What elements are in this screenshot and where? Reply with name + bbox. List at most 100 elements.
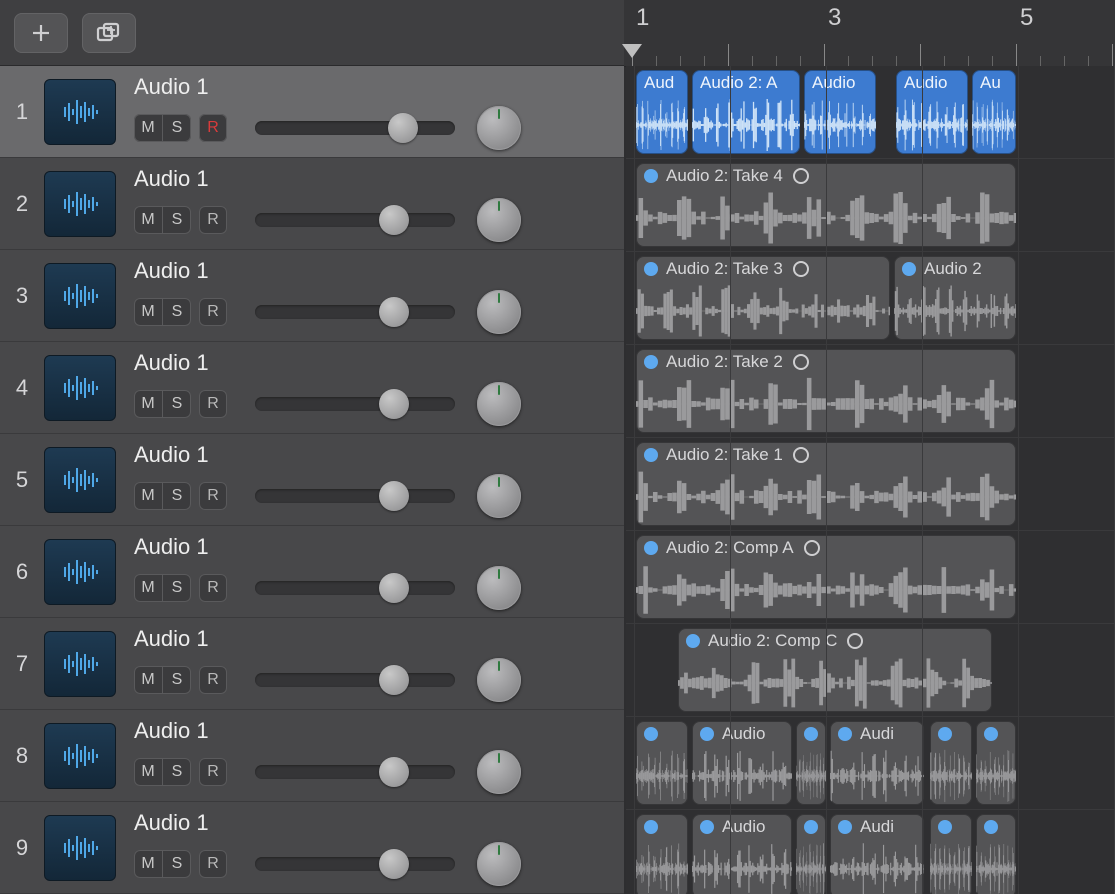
solo-button[interactable]: S [163, 574, 191, 602]
timeline-ruler[interactable]: 135 [624, 0, 1115, 67]
arrange-lane[interactable]: Audio 2: Take 1 [626, 438, 1115, 531]
track-header[interactable]: 8 Audio 1 M S R [0, 710, 624, 802]
audio-region[interactable]: Audio 2: Take 3 [636, 256, 890, 340]
comp-ring-icon [793, 168, 809, 184]
volume-slider[interactable] [255, 581, 455, 595]
audio-region[interactable]: Audio 2 [894, 256, 1016, 340]
mute-button[interactable]: M [134, 298, 163, 326]
record-enable-button[interactable]: R [199, 390, 227, 418]
track-name[interactable]: Audio 1 [134, 166, 624, 192]
solo-button[interactable]: S [163, 666, 191, 694]
pan-knob[interactable] [477, 106, 521, 150]
pan-knob[interactable] [477, 290, 521, 334]
track-header[interactable]: 7 Audio 1 M S R [0, 618, 624, 710]
record-enable-button[interactable]: R [199, 850, 227, 878]
mute-button[interactable]: M [134, 114, 163, 142]
pan-knob[interactable] [477, 750, 521, 794]
solo-button[interactable]: S [163, 390, 191, 418]
audio-region[interactable]: Audi [830, 814, 924, 894]
solo-button[interactable]: S [163, 206, 191, 234]
record-enable-button[interactable]: R [199, 666, 227, 694]
track-name[interactable]: Audio 1 [134, 626, 624, 652]
arrange-lane[interactable]: Audio 2: Comp A [626, 531, 1115, 624]
audio-region[interactable]: Audi [830, 721, 924, 805]
arrange-lane[interactable]: Audio 2: Take 4 [626, 159, 1115, 252]
pan-knob[interactable] [477, 198, 521, 242]
audio-region[interactable] [796, 814, 826, 894]
track-header[interactable]: 4 Audio 1 M S R [0, 342, 624, 434]
track-header[interactable]: 9 Audio 1 M S R [0, 802, 624, 894]
solo-button[interactable]: S [163, 758, 191, 786]
track-header[interactable]: 1 Audio 1 M S R [0, 66, 624, 158]
volume-slider[interactable] [255, 305, 455, 319]
audio-region[interactable] [930, 721, 972, 805]
track-name[interactable]: Audio 1 [134, 718, 624, 744]
record-enable-button[interactable]: R [199, 114, 227, 142]
audio-region[interactable]: Audio [692, 721, 792, 805]
mute-button[interactable]: M [134, 574, 163, 602]
track-name[interactable]: Audio 1 [134, 258, 624, 284]
add-track-button[interactable] [14, 13, 68, 53]
audio-region[interactable] [636, 721, 688, 805]
audio-region[interactable] [976, 814, 1016, 894]
volume-slider[interactable] [255, 489, 455, 503]
mute-button[interactable]: M [134, 482, 163, 510]
audio-region[interactable]: Au [972, 70, 1016, 154]
arrange-lane[interactable]: Audio 2: Take 3Audio 2 [626, 252, 1115, 345]
arrange-lane[interactable]: AudAudio 2: AAudioAudioAu [626, 66, 1115, 159]
pan-knob[interactable] [477, 658, 521, 702]
volume-slider[interactable] [255, 765, 455, 779]
record-enable-button[interactable]: R [199, 298, 227, 326]
solo-button[interactable]: S [163, 298, 191, 326]
solo-button[interactable]: S [163, 114, 191, 142]
volume-slider[interactable] [255, 121, 455, 135]
mute-button[interactable]: M [134, 758, 163, 786]
pan-knob[interactable] [477, 842, 521, 886]
pan-knob[interactable] [477, 474, 521, 518]
track-name[interactable]: Audio 1 [134, 810, 624, 836]
track-header[interactable]: 5 Audio 1 M S R [0, 434, 624, 526]
audio-region[interactable]: Audio 2: Comp C [678, 628, 992, 712]
volume-slider[interactable] [255, 857, 455, 871]
arrange-lane[interactable]: Audio Audi [626, 717, 1115, 810]
audio-region[interactable] [796, 721, 826, 805]
record-enable-button[interactable]: R [199, 574, 227, 602]
arrange-lane[interactable]: Audio 2: Take 2 [626, 345, 1115, 438]
arrange-area[interactable]: AudAudio 2: AAudioAudioAuAudio 2: Take 4… [626, 66, 1115, 894]
record-enable-button[interactable]: R [199, 206, 227, 234]
audio-region[interactable] [976, 721, 1016, 805]
pan-knob[interactable] [477, 382, 521, 426]
track-name[interactable]: Audio 1 [134, 442, 624, 468]
volume-slider[interactable] [255, 397, 455, 411]
track-header[interactable]: 3 Audio 1 M S R [0, 250, 624, 342]
track-name[interactable]: Audio 1 [134, 350, 624, 376]
volume-slider[interactable] [255, 673, 455, 687]
mute-button[interactable]: M [134, 390, 163, 418]
audio-region[interactable]: Audio [692, 814, 792, 894]
take-indicator-icon [644, 262, 658, 276]
solo-button[interactable]: S [163, 482, 191, 510]
comp-ring-icon [793, 447, 809, 463]
track-name[interactable]: Audio 1 [134, 534, 624, 560]
track-name[interactable]: Audio 1 [134, 74, 624, 100]
record-enable-button[interactable]: R [199, 758, 227, 786]
solo-button[interactable]: S [163, 850, 191, 878]
volume-slider[interactable] [255, 213, 455, 227]
arrange-lane[interactable]: Audio 2: Comp C [626, 624, 1115, 717]
pan-knob[interactable] [477, 566, 521, 610]
mute-button[interactable]: M [134, 850, 163, 878]
mute-button[interactable]: M [134, 206, 163, 234]
audio-region[interactable]: Aud [636, 70, 688, 154]
audio-region[interactable] [636, 814, 688, 894]
audio-region[interactable]: Audio 2: A [692, 70, 800, 154]
duplicate-track-button[interactable] [82, 13, 136, 53]
audio-region[interactable]: Audio [896, 70, 968, 154]
track-header[interactable]: 2 Audio 1 M S R [0, 158, 624, 250]
audio-region[interactable] [930, 814, 972, 894]
mute-button[interactable]: M [134, 666, 163, 694]
audio-region[interactable]: Audio [804, 70, 876, 154]
mute-solo-group: M S [134, 390, 191, 418]
arrange-lane[interactable]: Audio Audi [626, 810, 1115, 894]
record-enable-button[interactable]: R [199, 482, 227, 510]
track-header[interactable]: 6 Audio 1 M S R [0, 526, 624, 618]
